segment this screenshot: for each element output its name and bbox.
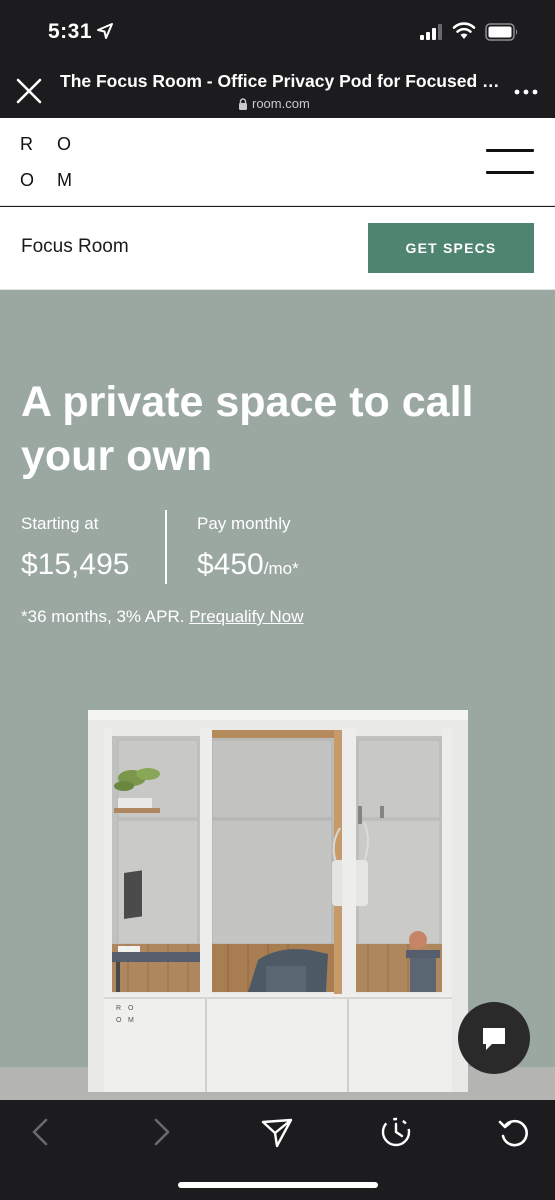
room-logo[interactable]: R O O M — [20, 134, 90, 194]
starting-price-value: $15,495 — [21, 548, 130, 581]
reload-icon[interactable] — [496, 1114, 532, 1150]
logo-letter: O — [20, 170, 35, 190]
product-subheader: Focus Room GET SPECS — [0, 207, 555, 290]
monthly-price-unit: /mo* — [263, 559, 299, 578]
logo-letter: M — [57, 170, 72, 190]
logo-letter: O — [57, 134, 72, 154]
browser-title-bar: The Focus Room - Office Privacy Pod for … — [0, 64, 555, 118]
price-divider — [165, 510, 167, 584]
history-icon[interactable] — [378, 1114, 414, 1150]
more-options-icon[interactable] — [512, 82, 540, 102]
apr-text: *36 months, 3% APR. — [21, 607, 190, 626]
monthly-price: Pay monthly $450/mo* — [197, 514, 299, 582]
home-indicator[interactable] — [178, 1182, 378, 1188]
site-header: R O O M — [0, 118, 555, 206]
product-name: Focus Room — [21, 236, 129, 257]
prequalify-link[interactable]: Prequalify Now — [189, 607, 303, 626]
pod-logo-letter: O — [116, 1017, 122, 1024]
monthly-price-label: Pay monthly — [197, 514, 291, 533]
chat-bubble-icon — [483, 1028, 505, 1050]
monthly-price-value: $450/mo* — [197, 548, 299, 582]
share-icon[interactable] — [259, 1114, 295, 1150]
status-bar: 5:31 — [0, 0, 555, 64]
hamburger-menu-icon[interactable] — [486, 146, 536, 176]
back-icon[interactable] — [24, 1114, 60, 1150]
pod-logo-letter: R — [116, 1005, 121, 1012]
pod-logo-letter: M — [128, 1017, 134, 1024]
lock-icon — [239, 97, 247, 110]
hero-section: A private space to call your own Startin… — [0, 290, 555, 1100]
starting-price: Starting at $15,495 — [21, 514, 129, 582]
focus-room-pod-image: R O O M — [88, 710, 468, 1092]
page-title: The Focus Room - Office Privacy Pod for … — [60, 71, 500, 91]
apr-disclaimer: *36 months, 3% APR. Prequalify Now — [21, 607, 304, 627]
wifi-icon — [452, 22, 476, 39]
forward-icon[interactable] — [142, 1114, 178, 1150]
pod-logo-letter: O — [128, 1005, 134, 1012]
chat-button[interactable] — [458, 1002, 530, 1074]
logo-letter: R — [20, 134, 33, 154]
cellular-signal-icon — [420, 24, 442, 40]
url-text: room.com — [252, 96, 310, 111]
hero-headline: A private space to call your own — [21, 378, 474, 480]
get-specs-button[interactable]: GET SPECS — [368, 223, 534, 273]
starting-price-label: Starting at — [21, 514, 99, 533]
status-time: 5:31 — [48, 20, 93, 43]
page-url: room.com — [238, 96, 310, 111]
location-arrow-icon — [97, 23, 113, 39]
monthly-price-amount: $450 — [197, 548, 264, 581]
close-icon[interactable] — [12, 74, 46, 108]
battery-icon — [485, 23, 518, 41]
